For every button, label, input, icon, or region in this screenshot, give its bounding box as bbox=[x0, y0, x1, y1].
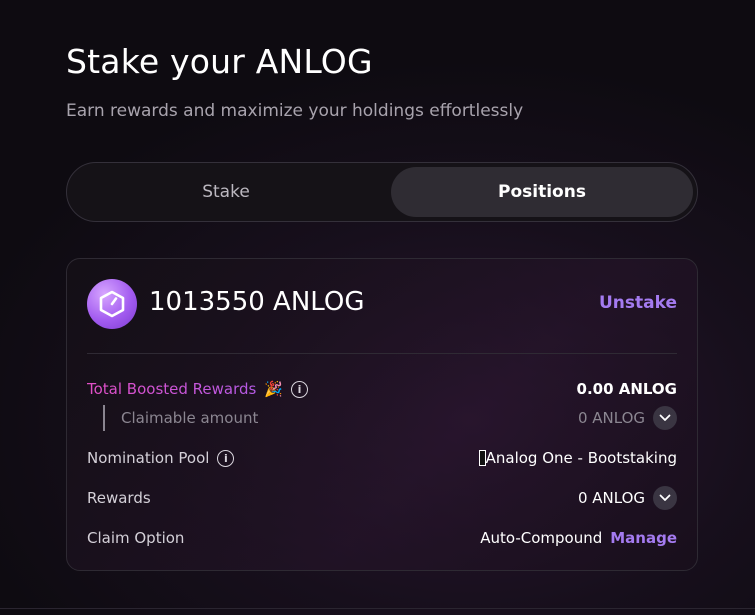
page-title: Stake your ANLOG bbox=[66, 42, 373, 81]
rewards-expand-button[interactable] bbox=[653, 486, 677, 510]
text-cursor bbox=[478, 450, 486, 466]
analog-logo-icon bbox=[87, 279, 137, 329]
nomination-pool-value: Analog One - Bootstaking bbox=[485, 449, 677, 467]
rewards-label: Rewards bbox=[87, 489, 151, 507]
stake-tabs: Stake Positions bbox=[66, 162, 698, 222]
chevron-down-icon bbox=[659, 494, 671, 501]
staked-amount: 1013550 ANLOG bbox=[149, 287, 365, 317]
bottom-divider bbox=[0, 608, 755, 609]
unstake-button[interactable]: Unstake bbox=[599, 293, 677, 313]
chevron-down-icon bbox=[659, 414, 671, 421]
tab-stake[interactable]: Stake bbox=[75, 167, 377, 217]
claimable-label: Claimable amount bbox=[121, 409, 259, 427]
nomination-pool-row: Nomination Pool i Analog One - Bootstaki… bbox=[87, 444, 677, 472]
rewards-value: 0 ANLOG bbox=[577, 489, 645, 507]
info-icon[interactable]: i bbox=[217, 449, 235, 467]
claim-option-value: Auto-Compound bbox=[480, 529, 603, 547]
info-icon[interactable]: i bbox=[291, 380, 309, 398]
boosted-rewards-value: 0.00 ANLOG bbox=[576, 380, 677, 398]
claim-option-row: Claim Option Auto-Compound Manage bbox=[87, 524, 677, 552]
claim-option-label: Claim Option bbox=[87, 529, 185, 547]
claimable-value: 0 ANLOG bbox=[577, 409, 645, 427]
page-subtitle: Earn rewards and maximize your holdings … bbox=[66, 101, 524, 121]
nomination-pool-label: Nomination Pool bbox=[87, 449, 210, 467]
boosted-rewards-label: Total Boosted Rewards bbox=[87, 380, 257, 398]
claimable-row: Claimable amount 0 ANLOG bbox=[105, 404, 677, 432]
boosted-rewards-row: Total Boosted Rewards 🎉 i 0.00 ANLOG bbox=[87, 375, 677, 403]
position-card: 1013550 ANLOG Unstake Total Boosted Rewa… bbox=[66, 258, 698, 571]
tab-positions[interactable]: Positions bbox=[391, 167, 693, 217]
claimable-expand-button[interactable] bbox=[653, 406, 677, 430]
manage-button[interactable]: Manage bbox=[610, 529, 677, 547]
rewards-row: Rewards 0 ANLOG bbox=[87, 484, 677, 512]
party-popper-icon: 🎉 bbox=[264, 380, 284, 398]
divider bbox=[87, 353, 677, 354]
